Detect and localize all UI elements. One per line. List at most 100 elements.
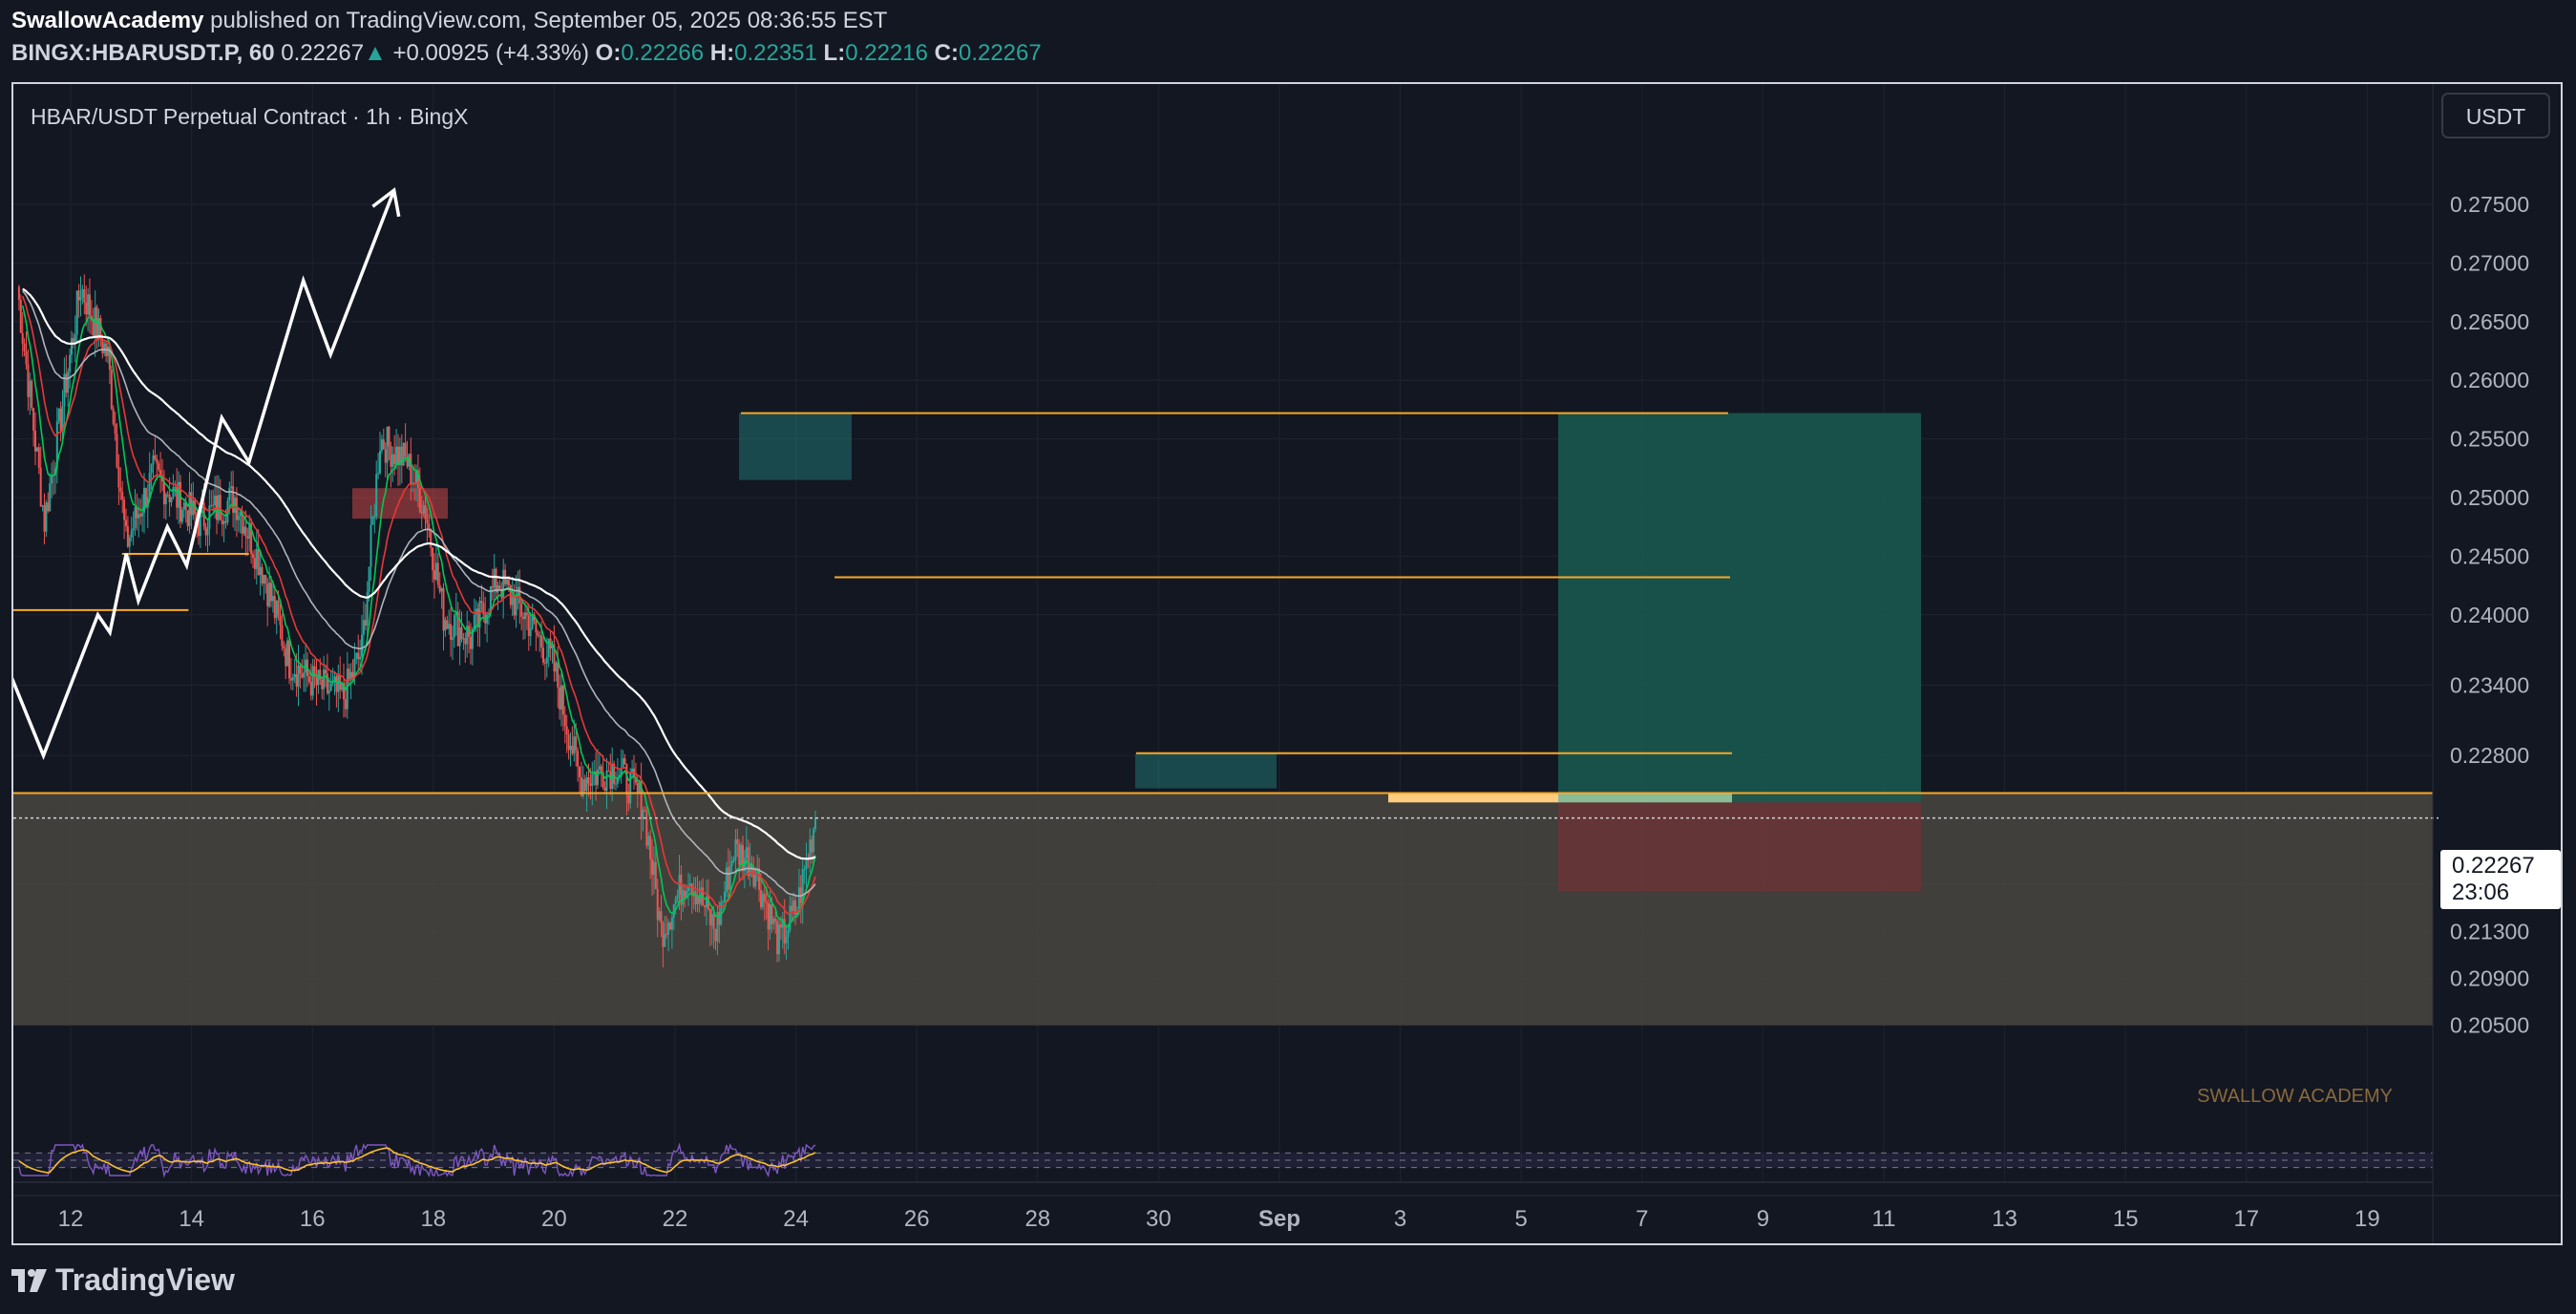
- candle-body: [37, 447, 40, 468]
- candle-body: [377, 473, 380, 475]
- chart-svg[interactable]: 0.27500 0.27000 0.26500 0.26000 0.25500 0.250…: [13, 84, 2561, 1243]
- candle-body: [654, 861, 657, 889]
- candle-body: [760, 890, 762, 908]
- price-tick-label: 0.24500: [2450, 543, 2529, 568]
- candle-body: [370, 524, 372, 567]
- candle-body: [779, 924, 782, 928]
- currency-button[interactable]: USDT: [2441, 93, 2550, 138]
- candle-body: [375, 474, 378, 517]
- candle-body: [373, 516, 376, 518]
- open-value: 0.22266: [621, 40, 705, 66]
- candle-body: [301, 673, 304, 678]
- symbol-label[interactable]: BINGX:HBARUSDT.P, 60: [11, 40, 275, 66]
- candle-body: [627, 795, 630, 804]
- candle-body: [275, 601, 278, 619]
- candle-body: [589, 783, 592, 786]
- candle-body: [123, 499, 126, 520]
- candle-body: [119, 487, 122, 492]
- candle-body: [116, 434, 118, 467]
- candle-body: [126, 526, 129, 547]
- price-tag: 0.22267 23:06: [2440, 850, 2561, 909]
- candle-body: [577, 751, 580, 767]
- candle-body: [71, 338, 73, 355]
- candle-body: [206, 528, 209, 536]
- time-tick-label: 16: [300, 1206, 326, 1232]
- candle-body: [285, 648, 287, 667]
- price-tick-label: 0.26500: [2450, 309, 2529, 334]
- candle-body: [192, 500, 195, 516]
- candle-body: [172, 487, 175, 498]
- candle-body: [420, 511, 423, 514]
- candle-body: [128, 537, 131, 547]
- candle-body: [434, 562, 437, 580]
- candle-body: [132, 528, 135, 531]
- price-tick-label: 0.27000: [2450, 250, 2529, 275]
- time-tick-label: 9: [1757, 1206, 1769, 1232]
- candle-body: [380, 439, 383, 452]
- candle-body: [772, 919, 775, 924]
- price-tick-label: 0.21300: [2450, 919, 2529, 943]
- candle-body: [763, 894, 766, 902]
- candle-body: [665, 933, 668, 935]
- close-value: 0.22267: [958, 40, 1042, 66]
- candle-body: [453, 615, 455, 638]
- candle-body: [289, 678, 292, 681]
- candle-body: [771, 904, 773, 924]
- candle-body: [34, 431, 36, 452]
- chart-frame[interactable]: 0.27500 0.27000 0.26500 0.26000 0.25500 0.250…: [11, 82, 2563, 1245]
- candle-body: [430, 529, 433, 548]
- candle-body: [809, 839, 812, 860]
- candle-body: [364, 620, 367, 626]
- candle-body: [69, 354, 72, 372]
- candle-body: [682, 890, 685, 905]
- candle-body: [152, 455, 155, 465]
- time-tick-label: 20: [541, 1206, 567, 1232]
- candle-body: [527, 615, 530, 637]
- candle-body: [495, 568, 497, 593]
- candle-body: [776, 922, 779, 955]
- candle-body: [214, 496, 217, 506]
- candle-body: [357, 652, 360, 660]
- candle-body: [404, 442, 407, 457]
- tradingview-logo[interactable]: TradingView: [11, 1262, 235, 1298]
- candle-body: [232, 486, 235, 514]
- candle-body: [204, 526, 207, 536]
- candle-body: [442, 588, 445, 631]
- candle-body: [696, 896, 699, 904]
- currency-label[interactable]: USDT: [2466, 104, 2526, 129]
- candle-body: [522, 616, 525, 620]
- candle-body: [676, 895, 679, 900]
- candle-body: [803, 868, 806, 870]
- candle-body: [288, 640, 290, 679]
- candle-body: [359, 656, 362, 660]
- price-tag-value: 0.22267: [2452, 853, 2535, 879]
- price-tick-label: 0.25000: [2450, 485, 2529, 510]
- candle-body: [662, 922, 665, 947]
- candle-body: [567, 734, 570, 751]
- candle-body: [237, 516, 240, 520]
- chart-title: HBAR/USDT Perpetual Contract · 1h · Bing…: [31, 104, 468, 129]
- candle-body: [393, 454, 396, 464]
- candle-body: [221, 519, 223, 524]
- candle-body: [597, 769, 599, 786]
- candle-body: [77, 290, 80, 301]
- candle-body: [805, 858, 808, 869]
- candle-body: [660, 911, 663, 923]
- candle-body: [724, 892, 726, 901]
- candle-body: [395, 446, 398, 464]
- time-tick-label: 22: [663, 1206, 688, 1232]
- candle-body: [114, 424, 116, 434]
- time-tick-label: 5: [1515, 1206, 1528, 1232]
- candle-body: [813, 828, 815, 853]
- time-tick-label: 3: [1394, 1206, 1406, 1232]
- candle-body: [59, 408, 62, 431]
- candle-body: [263, 575, 265, 584]
- candle-body: [811, 839, 813, 853]
- candle-body: [694, 891, 697, 904]
- impulse-box: [739, 413, 852, 480]
- time-tick-label: 13: [1992, 1206, 2017, 1232]
- candle-body: [498, 585, 501, 589]
- author-name[interactable]: SwallowAcademy: [11, 8, 203, 33]
- candle-body: [31, 380, 33, 409]
- candle-body: [615, 783, 617, 785]
